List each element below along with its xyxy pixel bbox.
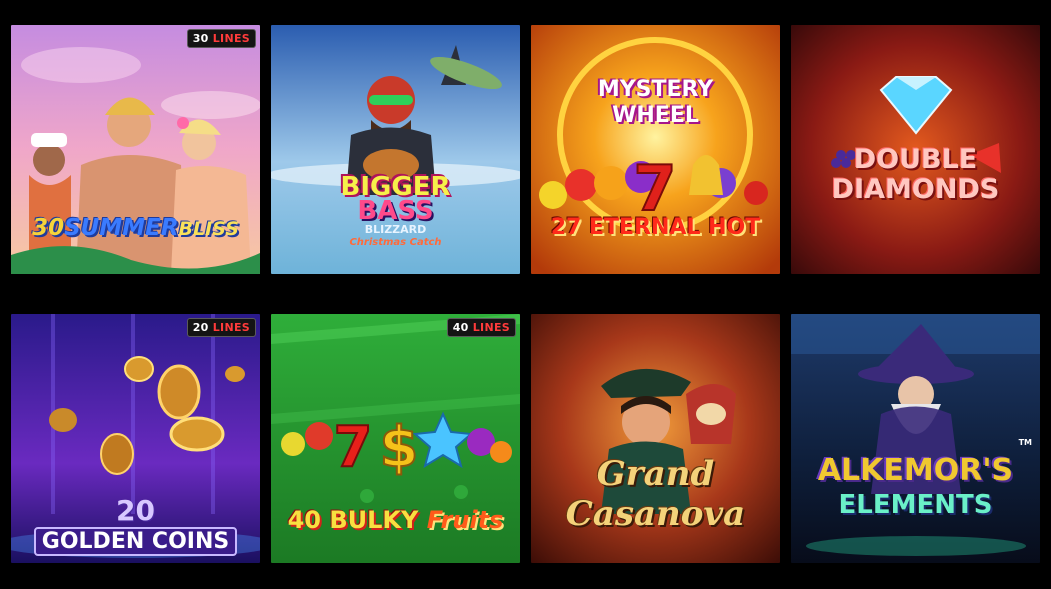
game-tile-bigger-bass-blizzard[interactable]: BIGGER BASS BLIZZARD Christmas Catch (271, 25, 520, 274)
game-title-top: MYSTERY WHEEL (597, 77, 714, 128)
game-title: ALKEMOR'S ELEMENTS (817, 453, 1014, 521)
game-title: Grand Casanova (565, 454, 746, 534)
game-tile-summer-bliss[interactable]: 30 LINES 30SUMMERBLISS (11, 25, 260, 274)
game-tile-20-golden-coins[interactable]: 20 LINES 20 GOLDEN COINS (11, 314, 260, 563)
lines-badge: 40 LINES (446, 318, 516, 337)
game-title: 20 GOLDEN COINS (11, 494, 260, 556)
lines-badge: 20 LINES (186, 318, 256, 337)
game-title: DOUBLE DIAMONDS (831, 144, 1000, 205)
svg-text:$: $ (380, 415, 419, 480)
lines-badge: 30 LINES (186, 29, 256, 48)
game-title: 27 ETERNAL HOT (550, 215, 761, 240)
svg-text:7: 7 (334, 415, 373, 480)
game-tile-double-diamonds[interactable]: DOUBLE DIAMONDS (791, 25, 1040, 274)
game-tile-grand-casanova[interactable]: Grand Casanova (531, 314, 780, 563)
game-title: BIGGER BASS BLIZZARD Christmas Catch (340, 172, 451, 248)
game-title: 40 BULKY Fruits (287, 506, 504, 534)
game-tile-alkemors-elements[interactable]: ALKEMOR'S ELEMENTS TM (791, 314, 1040, 563)
game-thumbnail (791, 314, 1040, 563)
trademark-mark: TM (1018, 438, 1032, 447)
game-tile-40-bulky-fruits[interactable]: 7 $ 40 LINES 40 BULKY Fruits (271, 314, 520, 563)
game-title: 30SUMMERBLISS (32, 215, 239, 241)
game-grid: 30 LINES 30SUMMERBLISS BIGGER BASS BLIZZ… (11, 25, 1041, 563)
game-tile-27-eternal-hot[interactable]: 7 MYSTERY WHEEL 27 ETERNAL HOT (531, 25, 780, 274)
